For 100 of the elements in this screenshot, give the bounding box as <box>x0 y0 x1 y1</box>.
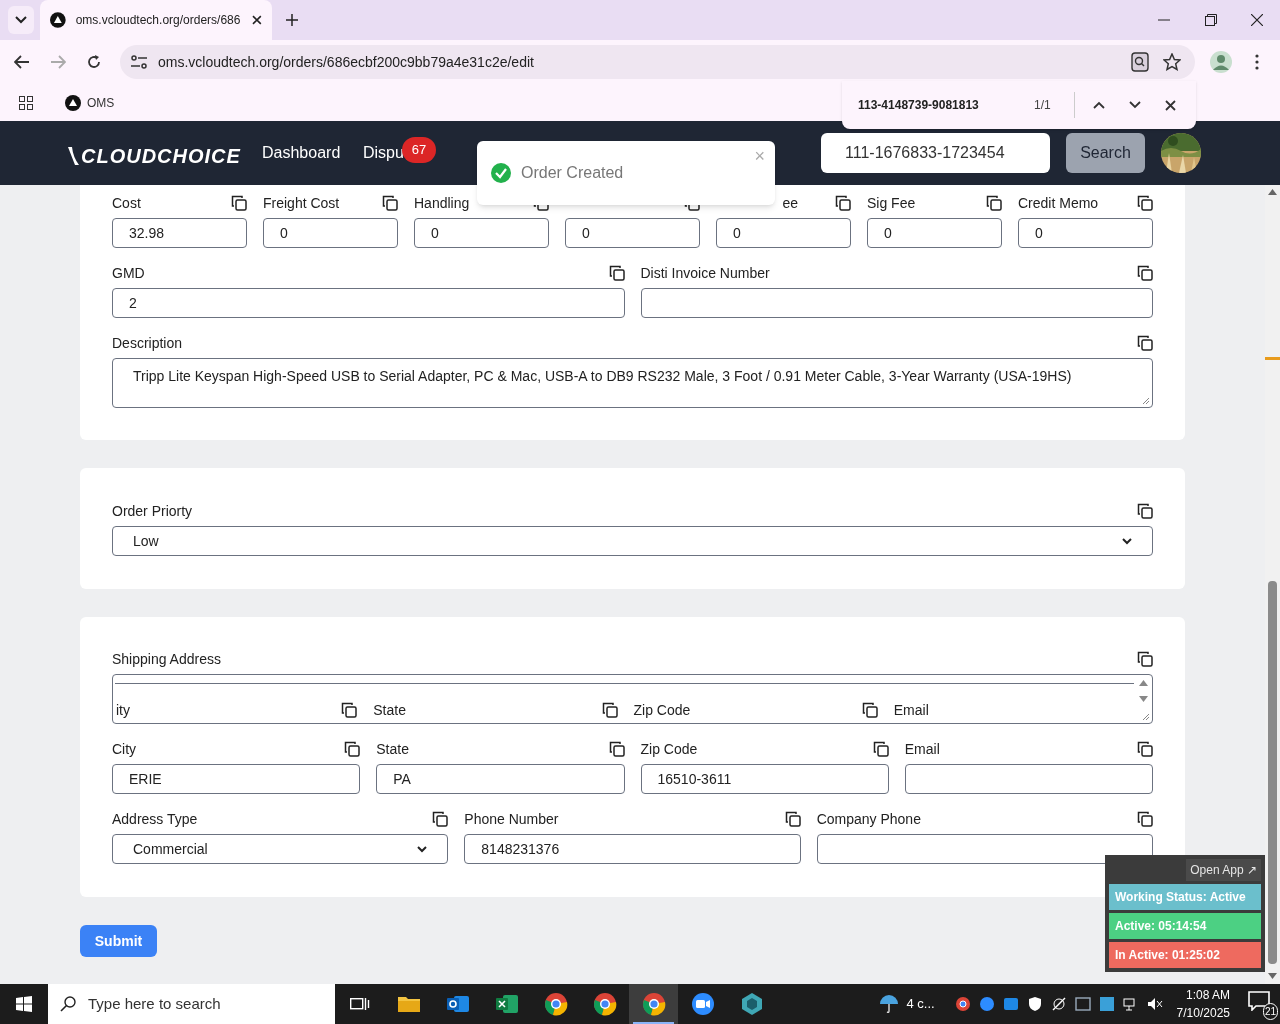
search-field[interactable]: 111-1676833-1723454 <box>821 133 1050 173</box>
copy-icon[interactable] <box>601 702 618 718</box>
chevron-down-icon <box>417 845 428 853</box>
scroll-down-icon <box>1139 696 1148 702</box>
resize-grip-icon <box>1142 713 1150 721</box>
copy-icon[interactable] <box>432 811 449 827</box>
grid-tray-icon[interactable] <box>1098 996 1115 1012</box>
logo-mark-icon <box>68 147 79 165</box>
text-field[interactable] <box>904 764 1153 794</box>
close-icon[interactable] <box>1165 99 1176 111</box>
match-count: 1/1 <box>1034 97 1052 114</box>
new-tab-icon[interactable] <box>286 14 298 26</box>
weather-umbrella-icon[interactable] <box>878 993 901 1015</box>
restore-icon[interactable] <box>1205 14 1217 26</box>
page-search-icon[interactable] <box>1131 52 1149 72</box>
copy-icon[interactable] <box>986 195 1002 211</box>
bookmark-star-icon[interactable] <box>1163 53 1181 71</box>
browser-tab[interactable]: oms.vcloudtech.org/orders/686 <box>40 0 272 40</box>
text-field[interactable]: 16510-3611 <box>640 764 889 794</box>
copy-icon[interactable] <box>1137 195 1153 211</box>
copy-icon[interactable] <box>608 741 625 757</box>
text-field[interactable]: 0 <box>716 218 851 248</box>
speaker-muted-icon[interactable] <box>1146 996 1163 1012</box>
text-field[interactable]: 0 <box>565 218 700 248</box>
text-field[interactable]: 0 <box>867 218 1002 248</box>
text-area[interactable]: ity State Zip Code Email <box>112 674 1153 724</box>
browser-app-icon <box>641 992 666 1016</box>
chevron-down-icon[interactable] <box>1129 101 1141 109</box>
field-label: Disti Invoice Number <box>640 263 770 283</box>
copy-icon[interactable] <box>1137 811 1153 827</box>
text-field[interactable] <box>640 288 1153 318</box>
app-tray-icon[interactable] <box>1074 996 1091 1012</box>
search-button[interactable]: Search <box>1066 133 1145 173</box>
field-label: Company Phone <box>816 809 921 829</box>
clock-date[interactable]: 7/10/2025 <box>1176 1004 1230 1022</box>
text-field[interactable]: 0 <box>414 218 549 248</box>
copy-icon[interactable] <box>861 702 878 718</box>
more-menu-icon[interactable] <box>1255 54 1259 70</box>
copy-icon[interactable] <box>784 811 801 827</box>
field-label: State <box>376 739 409 759</box>
text-field[interactable] <box>816 834 1153 864</box>
text-field[interactable]: 2 <box>112 288 625 318</box>
windows-start-icon[interactable] <box>16 996 32 1012</box>
tab-list-icon[interactable] <box>15 16 27 24</box>
profile-icon[interactable] <box>1210 51 1232 73</box>
field-label: Email <box>893 700 929 720</box>
weather-text[interactable]: 4 c... <box>906 994 935 1014</box>
dropdown[interactable]: Commercial <box>112 834 449 864</box>
copy-icon[interactable] <box>344 741 361 757</box>
copy-icon[interactable] <box>1137 503 1153 519</box>
bookmark[interactable]: OMS <box>63 91 117 115</box>
close-icon[interactable] <box>252 15 262 25</box>
taskbar-search[interactable]: Type here to search <box>48 984 335 1024</box>
address-bar[interactable]: oms.vcloudtech.org/orders/686ecbf200c9bb79a4e31c2e/edit <box>120 45 1195 79</box>
open-app-link[interactable]: Open App ↗ <box>1186 859 1261 881</box>
status-bar: Active: 05:14:54 <box>1109 913 1261 939</box>
text-field[interactable]: ERIE <box>112 764 361 794</box>
nav-link[interactable]: Dispu <box>363 141 404 165</box>
copy-icon[interactable] <box>835 195 851 211</box>
nav-link[interactable]: Dashboard <box>262 141 341 165</box>
chevron-up-icon[interactable] <box>1093 101 1105 109</box>
video-tray-icon[interactable] <box>978 996 995 1012</box>
submit-button[interactable]: Submit <box>80 925 157 957</box>
dropdown[interactable]: Low <box>112 526 1153 556</box>
text-field[interactable]: 32.98 <box>112 218 247 248</box>
text-field[interactable]: 8148231376 <box>464 834 801 864</box>
field-label: Handling <box>414 193 470 213</box>
copy-icon[interactable] <box>872 741 889 757</box>
copy-icon[interactable] <box>231 195 247 211</box>
copy-icon[interactable] <box>1137 651 1153 667</box>
field-label: Zip Code <box>640 739 698 759</box>
copy-icon[interactable] <box>1137 265 1153 281</box>
copy-icon[interactable] <box>608 265 625 281</box>
apps-grid-icon[interactable] <box>19 96 33 110</box>
field-label: Description <box>112 333 183 353</box>
find-query[interactable]: 113-4148739-9081813 <box>858 96 1034 114</box>
text-field[interactable]: 0 <box>1018 218 1153 248</box>
shield-icon[interactable] <box>1026 996 1043 1012</box>
browser-app-icon <box>592 992 617 1016</box>
mail-tray-icon[interactable] <box>1002 996 1019 1012</box>
taskbar-button[interactable] <box>629 984 678 1024</box>
site-settings-icon[interactable] <box>130 55 148 69</box>
copy-icon[interactable] <box>341 702 358 718</box>
site-icon <box>65 95 81 111</box>
text-field[interactable]: 0 <box>263 218 398 248</box>
copy-icon[interactable] <box>1137 335 1153 351</box>
clock-time[interactable]: 1:08 AM <box>1185 986 1230 1004</box>
text-field[interactable]: PA <box>376 764 625 794</box>
copy-icon[interactable] <box>1137 741 1153 757</box>
url-text: oms.vcloudtech.org/orders/686ecbf200c9bb79a4e31c2e/edit <box>158 52 534 72</box>
close-icon[interactable] <box>1251 14 1263 26</box>
field-label: State <box>373 700 406 720</box>
network-off-icon[interactable] <box>1050 996 1067 1012</box>
back-icon[interactable] <box>14 55 30 69</box>
browser-tray-icon[interactable] <box>954 996 971 1012</box>
field-label: Freight Cost <box>263 193 340 213</box>
copy-icon[interactable] <box>382 195 398 211</box>
text-area[interactable]: Tripp Lite Keyspan High-Speed USB to Serial Adapter, PC & Mac, USB-A to DB9 RS232 Male, 3 Foot / 0.91 Meter Cable, 3-Year Warranty (USA-19HS) <box>112 358 1153 408</box>
reload-icon[interactable] <box>86 54 102 70</box>
field-label: Zip Code <box>633 700 691 720</box>
